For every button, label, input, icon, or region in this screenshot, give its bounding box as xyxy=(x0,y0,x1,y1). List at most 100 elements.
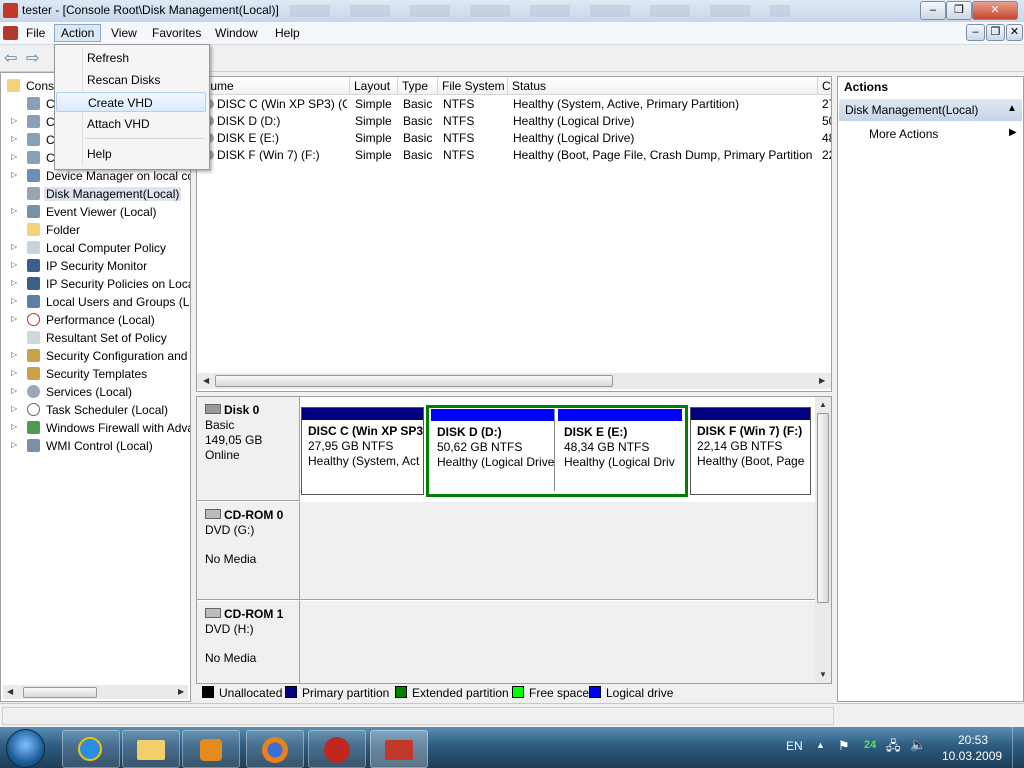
tree-item[interactable]: ▷ Services (Local) xyxy=(1,383,190,401)
menu-action[interactable]: Action xyxy=(54,24,102,42)
menu-favorites[interactable]: Favorites xyxy=(146,25,207,41)
tree-item[interactable]: ▷ Task Scheduler (Local) xyxy=(1,401,190,419)
tree-item[interactable]: ▷ Local Users and Groups (Lo xyxy=(1,293,190,311)
expand-arrow-icon[interactable]: ▷ xyxy=(11,296,17,305)
diskview-vertical-scrollbar[interactable]: ▲ ▼ xyxy=(815,397,831,683)
minimize-button[interactable]: – xyxy=(920,1,946,20)
child-restore-button[interactable]: ❐ xyxy=(986,24,1005,41)
show-desktop-button[interactable] xyxy=(1012,727,1024,768)
tray-number[interactable]: 24 xyxy=(864,739,876,751)
clock-date[interactable]: 10.03.2009 xyxy=(942,749,1002,763)
tree-item[interactable]: ▷ IP Security Policies on Loca xyxy=(1,275,190,293)
expand-arrow-icon[interactable]: ▷ xyxy=(11,152,17,161)
tree-item[interactable]: ▷ Performance (Local) xyxy=(1,311,190,329)
expand-arrow-icon[interactable]: ▷ xyxy=(11,350,17,359)
language-indicator[interactable]: EN xyxy=(786,739,803,753)
taskbar-media-player-button[interactable] xyxy=(182,730,240,768)
scroll-left-icon[interactable]: ◀ xyxy=(7,687,13,696)
taskbar-ie-button[interactable] xyxy=(62,730,120,768)
tray-expand-icon[interactable]: ▲ xyxy=(816,740,825,750)
collapse-arrow-icon[interactable]: ▲ xyxy=(1007,103,1017,114)
mmc-icon[interactable] xyxy=(3,26,18,40)
partition-c[interactable]: DISC C (Win XP SP3) 27,95 GB NTFS Healthy … xyxy=(301,407,424,495)
expand-arrow-icon[interactable]: ▷ xyxy=(11,206,17,215)
scroll-right-icon[interactable]: ▶ xyxy=(178,687,184,696)
expand-arrow-icon[interactable]: ▷ xyxy=(11,386,17,395)
column-header-layout[interactable]: Layout xyxy=(350,77,398,95)
list-horizontal-scrollbar[interactable]: ◀ ▶ xyxy=(197,373,831,389)
forward-arrow-icon[interactable]: ⇨ xyxy=(26,48,39,68)
menu-item-rescan-disks[interactable]: Rescan Disks xyxy=(56,70,206,90)
expand-arrow-icon[interactable]: ▷ xyxy=(11,170,17,179)
expand-arrow-icon[interactable]: ▷ xyxy=(11,314,17,323)
table-row[interactable]: DISK E (E:) Simple Basic NTFS Healthy (L… xyxy=(197,130,831,147)
more-actions-item[interactable]: More Actions ▶ xyxy=(839,125,1022,143)
maximize-button[interactable]: ❐ xyxy=(946,1,972,20)
partition-f[interactable]: DISK F (Win 7) (F:) 22,14 GB NTFS Healthy … xyxy=(690,407,811,495)
expand-arrow-icon[interactable]: ▷ xyxy=(11,116,17,125)
column-header-file-system[interactable]: File System xyxy=(438,77,508,95)
expand-arrow-icon[interactable]: ▷ xyxy=(11,242,17,251)
table-row[interactable]: DISK F (Win 7) (F:) Simple Basic NTFS He… xyxy=(197,147,831,164)
menu-view[interactable]: View xyxy=(105,25,143,41)
expand-arrow-icon[interactable]: ▷ xyxy=(11,134,17,143)
scroll-thumb[interactable] xyxy=(23,687,97,698)
child-minimize-button[interactable]: – xyxy=(966,24,985,41)
tree-item[interactable]: ▷ Event Viewer (Local) xyxy=(1,203,190,221)
child-close-button[interactable]: ✕ xyxy=(1006,24,1023,41)
menu-item-refresh[interactable]: Refresh xyxy=(56,48,206,68)
menu-window[interactable]: Window xyxy=(209,25,264,41)
network-icon[interactable]: 🖧 xyxy=(886,737,901,759)
expand-arrow-icon[interactable]: ▷ xyxy=(11,278,17,287)
menu-item-attach-vhd[interactable]: Attach VHD xyxy=(56,114,206,134)
close-button[interactable]: ✕ xyxy=(972,1,1018,20)
expand-arrow-icon[interactable]: ▷ xyxy=(11,404,17,413)
expand-arrow-icon[interactable]: ▷ xyxy=(11,422,17,431)
cdrom-1-area[interactable] xyxy=(300,601,815,683)
app-icon[interactable] xyxy=(3,3,18,18)
back-arrow-icon[interactable]: ⇦ xyxy=(4,48,17,68)
tree-item[interactable]: Folder xyxy=(1,221,190,239)
tree-item-disk-management[interactable]: Disk Management(Local) xyxy=(1,185,190,203)
taskbar-app-button[interactable] xyxy=(308,730,366,768)
tree-item[interactable]: ▷ Local Computer Policy xyxy=(1,239,190,257)
column-header-status[interactable]: Status xyxy=(508,77,818,95)
tree-item[interactable]: ▷ IP Security Monitor xyxy=(1,257,190,275)
taskbar-mmc-button[interactable] xyxy=(370,730,428,768)
disk-0-label[interactable]: Disk 0 Basic 149,05 GB Online xyxy=(197,397,300,501)
table-row[interactable]: DISK D (D:) Simple Basic NTFS Healthy (L… xyxy=(197,113,831,130)
scroll-thumb[interactable] xyxy=(817,413,829,603)
table-row[interactable]: DISC C (Win XP SP3) (C:) Simple Basic NT… xyxy=(197,96,831,113)
actions-section-header[interactable]: Disk Management(Local) ▲ xyxy=(839,99,1022,121)
action-center-flag-icon[interactable]: ⚑ xyxy=(838,738,850,754)
menu-item-create-vhd[interactable]: Create VHD xyxy=(56,92,206,112)
scroll-right-icon[interactable]: ▶ xyxy=(819,376,825,385)
partition-e[interactable]: DISK E (E:) 48,34 GB NTFS Healthy (Logical… xyxy=(558,409,682,491)
column-header-type[interactable]: Type xyxy=(398,77,438,95)
expand-arrow-icon[interactable]: ▷ xyxy=(11,260,17,269)
tree-item[interactable]: ▷ WMI Control (Local) xyxy=(1,437,190,455)
tree-horizontal-scrollbar[interactable]: ◀ ▶ xyxy=(3,685,188,699)
cdrom-0-area[interactable] xyxy=(300,502,815,600)
tree-item[interactable]: Resultant Set of Policy xyxy=(1,329,190,347)
scroll-thumb[interactable] xyxy=(215,375,613,387)
cdrom-1-label[interactable]: CD-ROM 1 DVD (H:) No Media xyxy=(197,601,300,683)
expand-arrow-icon[interactable]: ▷ xyxy=(11,368,17,377)
taskbar-firefox-button[interactable] xyxy=(246,730,304,768)
cdrom-0-label[interactable]: CD-ROM 0 DVD (G:) No Media xyxy=(197,502,300,600)
menu-help[interactable]: Help xyxy=(269,25,306,41)
tree-item[interactable]: ▷ Windows Firewall with Adva xyxy=(1,419,190,437)
tree-item[interactable]: ▷ Security Configuration and xyxy=(1,347,190,365)
menu-file[interactable]: File xyxy=(20,25,51,41)
volume-icon[interactable]: 🔈 xyxy=(910,737,926,753)
taskbar-explorer-button[interactable] xyxy=(122,730,180,768)
scroll-up-icon[interactable]: ▲ xyxy=(819,400,827,409)
partition-d[interactable]: DISK D (D:) 50,62 GB NTFS Healthy (Logical… xyxy=(431,409,555,491)
tree-item[interactable]: ▷ Security Templates xyxy=(1,365,190,383)
start-orb-icon[interactable] xyxy=(6,729,45,768)
scroll-down-icon[interactable]: ▼ xyxy=(819,670,827,679)
menu-item-help[interactable]: Help xyxy=(56,144,206,164)
column-header-volume[interactable]: olume xyxy=(197,77,350,95)
scroll-left-icon[interactable]: ◀ xyxy=(203,376,209,385)
column-header-capacity[interactable]: C xyxy=(818,77,831,95)
